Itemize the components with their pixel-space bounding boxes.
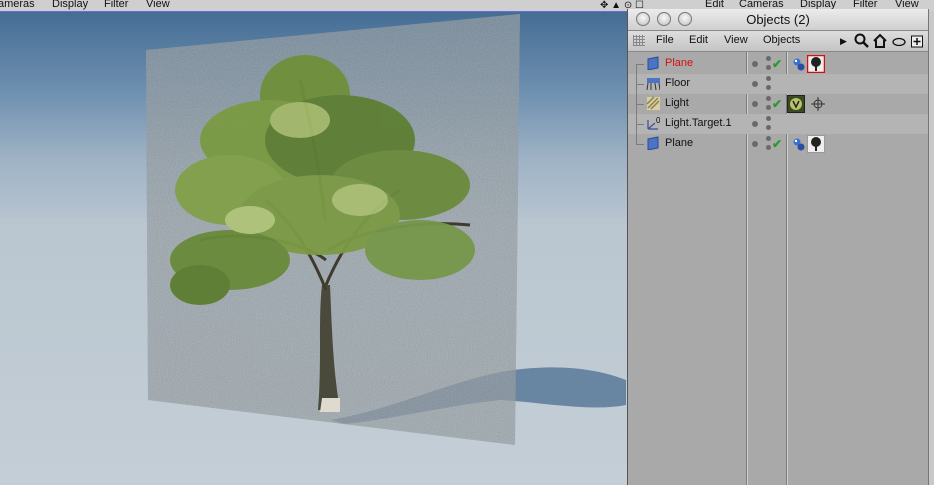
arrow-right-icon[interactable]: ▶ (840, 33, 847, 49)
viewport-menu-filter[interactable]: Filter (104, 0, 128, 10)
editor-visibility-dot[interactable] (766, 136, 771, 141)
plane-icon[interactable] (646, 136, 660, 150)
material-icon[interactable] (791, 56, 807, 72)
menu-objects[interactable]: Objects (763, 34, 800, 46)
editor-visibility-dot[interactable] (766, 116, 771, 121)
plane-icon[interactable] (646, 56, 660, 70)
enabled-check-icon[interactable]: ✔ (772, 58, 782, 70)
tree-line (636, 144, 644, 145)
objects-menubar: File Edit View Objects ▶ (628, 31, 928, 52)
object-name[interactable]: Light.Target.1 (665, 117, 732, 129)
visibility-dot[interactable] (752, 141, 758, 147)
object-row-light-target[interactable]: 0 Light.Target.1 (628, 114, 928, 134)
tree-line (636, 124, 644, 125)
editor-visibility-dot[interactable] (766, 76, 771, 81)
object-name[interactable]: Plane (665, 57, 693, 69)
tree-texture-icon[interactable] (807, 135, 825, 153)
tree-line (636, 104, 644, 105)
object-row-plane-selected[interactable]: Plane ✔ (628, 54, 928, 74)
tree-line (636, 64, 637, 74)
objects-titlebar[interactable]: Objects (2) (628, 9, 928, 31)
light-icon[interactable] (646, 96, 660, 110)
render-visibility-dot[interactable] (766, 145, 771, 150)
search-icon[interactable] (854, 33, 870, 53)
menu-edit[interactable]: Edit (689, 34, 708, 46)
ellipse-icon[interactable] (892, 33, 906, 53)
visibility-dot[interactable] (752, 61, 758, 67)
null-object-icon[interactable]: 0 (646, 116, 660, 130)
tree-line (636, 84, 644, 85)
menu-file[interactable]: File (656, 34, 674, 46)
objects-window: Objects (2) File Edit View Objects ▶ Pla… (627, 9, 929, 485)
object-name[interactable]: Plane (665, 137, 693, 149)
home-icon[interactable] (872, 33, 888, 53)
floor-icon[interactable] (646, 76, 660, 90)
render-visibility-dot[interactable] (766, 85, 771, 90)
object-name[interactable]: Light (665, 97, 689, 109)
editor-visibility-dot[interactable] (766, 56, 771, 61)
viewport-menu-display[interactable]: Display (52, 0, 88, 10)
viewport-menu-view[interactable]: View (146, 0, 170, 10)
visibility-dot[interactable] (752, 121, 758, 127)
light-tag-icon[interactable] (787, 95, 805, 113)
svg-text:0: 0 (656, 116, 660, 125)
editor-visibility-dot[interactable] (766, 96, 771, 101)
render-visibility-dot[interactable] (766, 125, 771, 130)
rotate-icon[interactable]: ▲ (611, 0, 621, 11)
render-visibility-dot[interactable] (766, 105, 771, 110)
enabled-check-icon[interactable]: ✔ (772, 98, 782, 110)
viewport-menu-cameras[interactable]: ameras (0, 0, 35, 10)
object-row-floor[interactable]: Floor (628, 74, 928, 94)
object-name[interactable]: Floor (665, 77, 690, 89)
menu-view[interactable]: View (724, 34, 748, 46)
visibility-dot[interactable] (752, 81, 758, 87)
tree-line (636, 134, 637, 144)
grip-icon[interactable] (633, 35, 645, 46)
enabled-check-icon[interactable]: ✔ (772, 138, 782, 150)
render-visibility-dot[interactable] (766, 65, 771, 70)
viewport-menubar: ameras Display Filter View (0, 0, 627, 12)
move-icon[interactable]: ✥ (600, 0, 608, 11)
material-icon[interactable] (791, 136, 807, 152)
objects-list[interactable]: Plane ✔ Floor Light ✔ 0 Light.Target.1 P… (628, 52, 928, 485)
window-title: Objects (2) (746, 12, 810, 27)
viewport-scene (146, 14, 626, 445)
object-row-light[interactable]: Light ✔ (628, 94, 928, 114)
3d-viewport[interactable]: ameras Display Filter View (0, 0, 627, 485)
tree-line (636, 64, 644, 65)
target-icon[interactable] (810, 96, 826, 112)
object-row-plane[interactable]: Plane ✔ (628, 134, 928, 154)
visibility-dot[interactable] (752, 101, 758, 107)
tree-texture-icon[interactable] (807, 55, 825, 73)
add-icon[interactable] (910, 33, 924, 53)
